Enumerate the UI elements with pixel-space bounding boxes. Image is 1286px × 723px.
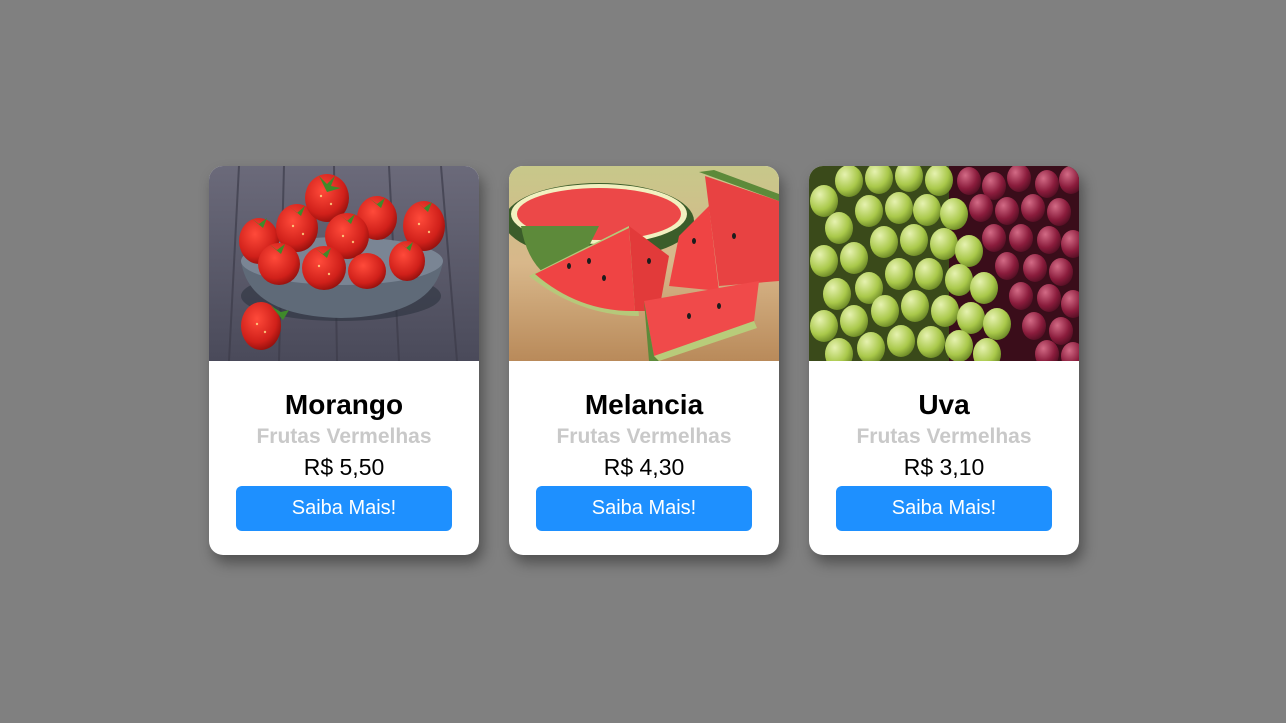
product-price: R$ 3,10 bbox=[903, 454, 985, 480]
watermelon-image bbox=[509, 166, 779, 361]
saiba-mais-button[interactable]: Saiba Mais! bbox=[536, 486, 752, 531]
product-price: R$ 4,30 bbox=[603, 454, 685, 480]
product-category: Frutas Vermelhas bbox=[556, 425, 732, 448]
product-card-uva: Uva Frutas Vermelhas R$ 3,10 Saiba Mais! bbox=[809, 166, 1079, 555]
strawberry-image bbox=[209, 166, 479, 361]
saiba-mais-button[interactable]: Saiba Mais! bbox=[236, 486, 452, 531]
saiba-mais-button[interactable]: Saiba Mais! bbox=[836, 486, 1052, 531]
product-card-melancia: Melancia Frutas Vermelhas R$ 4,30 Saiba … bbox=[509, 166, 779, 555]
product-card-morango: Morango Frutas Vermelhas R$ 5,50 Saiba M… bbox=[209, 166, 479, 555]
product-category: Frutas Vermelhas bbox=[256, 425, 432, 448]
product-price: R$ 5,50 bbox=[303, 454, 385, 480]
product-card-list: Morango Frutas Vermelhas R$ 5,50 Saiba M… bbox=[209, 166, 1079, 555]
product-name: Morango bbox=[284, 389, 404, 420]
product-category: Frutas Vermelhas bbox=[856, 425, 1032, 448]
product-name: Uva bbox=[918, 389, 970, 420]
product-name: Melancia bbox=[584, 389, 704, 420]
grapes-image bbox=[809, 166, 1079, 361]
